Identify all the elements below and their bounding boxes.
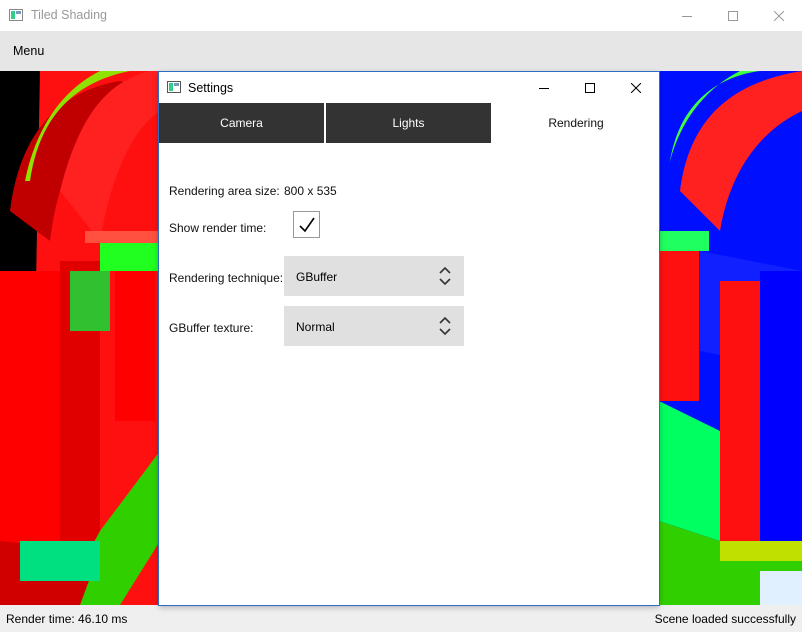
tab-rendering[interactable]: Rendering	[493, 103, 659, 143]
rendering-technique-select[interactable]: GBuffer	[284, 256, 464, 296]
gbuffer-texture-label: GBuffer texture:	[169, 321, 254, 335]
maximize-button[interactable]	[710, 0, 756, 31]
app-window-icon	[9, 9, 23, 21]
minimize-button[interactable]	[664, 0, 710, 31]
gbuffer-texture-value: Normal	[296, 320, 335, 334]
maximize-icon	[585, 82, 595, 93]
close-icon	[774, 10, 784, 21]
menu-button[interactable]: Menu	[13, 44, 44, 58]
window-title: Tiled Shading	[31, 8, 107, 22]
gbuffer-texture-select[interactable]: Normal	[284, 306, 464, 346]
minimize-icon	[539, 87, 549, 89]
close-icon	[631, 82, 641, 93]
render-time-status: Render time: 46.10 ms	[6, 612, 128, 626]
updown-chevron-icon	[439, 266, 451, 286]
rendering-technique-value: GBuffer	[296, 270, 338, 284]
menu-bar: Menu	[0, 31, 802, 71]
checkmark-icon	[298, 217, 315, 232]
show-render-time-label: Show render time:	[169, 221, 267, 235]
tab-camera[interactable]: Camera	[159, 103, 324, 143]
rendering-area-label: Rendering area size:	[169, 184, 280, 198]
show-render-time-checkbox[interactable]	[293, 211, 320, 238]
settings-dialog: Settings Camera Lights Rendering Renderi…	[159, 72, 659, 605]
settings-title: Settings	[188, 81, 234, 95]
updown-chevron-icon	[439, 316, 451, 336]
settings-titlebar[interactable]: Settings	[159, 72, 659, 103]
rendering-area-value: 800 x 535	[284, 184, 337, 198]
tab-lights[interactable]: Lights	[326, 103, 491, 143]
rendering-technique-label: Rendering technique:	[169, 271, 284, 285]
settings-minimize-button[interactable]	[521, 72, 567, 103]
minimize-icon	[682, 15, 692, 17]
app-window-icon	[167, 81, 181, 93]
main-titlebar: Tiled Shading	[0, 0, 802, 31]
maximize-icon	[728, 10, 738, 21]
settings-tabs: Camera Lights Rendering	[159, 103, 659, 143]
settings-close-button[interactable]	[613, 72, 659, 103]
scene-status: Scene loaded successfully	[654, 612, 796, 626]
close-button[interactable]	[756, 0, 802, 31]
settings-maximize-button[interactable]	[567, 72, 613, 103]
status-bar: Render time: 46.10 ms Scene loaded succe…	[0, 605, 802, 632]
